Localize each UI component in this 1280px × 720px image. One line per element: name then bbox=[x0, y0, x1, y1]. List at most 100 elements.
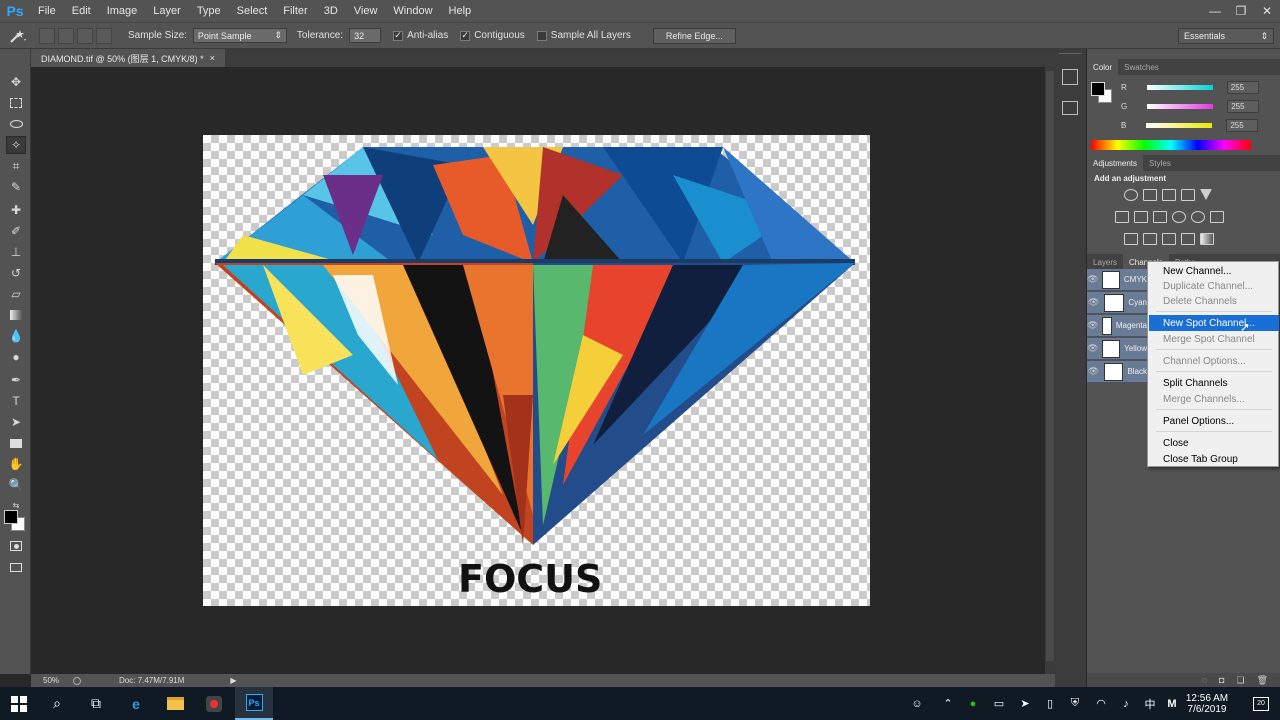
tab-swatches[interactable]: Swatches bbox=[1118, 59, 1165, 75]
healing-brush-tool-icon[interactable]: ✚ bbox=[6, 201, 26, 219]
ime-indicator[interactable]: 中 bbox=[1138, 687, 1162, 720]
visibility-eye-icon[interactable]: 👁 bbox=[1087, 320, 1098, 331]
path-selection-tool-icon[interactable]: ➤ bbox=[6, 413, 26, 431]
menu-item-delete-channels[interactable]: Delete Channels bbox=[1149, 293, 1279, 309]
visibility-eye-icon[interactable]: 👁 bbox=[1087, 343, 1098, 354]
wifi-icon[interactable]: ◠ bbox=[1089, 687, 1113, 720]
tray-app-icon[interactable]: ▭ bbox=[987, 687, 1011, 720]
status-info-icon[interactable] bbox=[73, 676, 82, 685]
marquee-tool-icon[interactable] bbox=[6, 94, 26, 112]
brush-tool-icon[interactable]: ✐ bbox=[6, 222, 26, 240]
delete-channel-icon[interactable]: 🗑 bbox=[1257, 675, 1268, 686]
subtract-from-selection-icon[interactable] bbox=[77, 27, 93, 44]
sample-size-select[interactable]: Point Sample ⇕ bbox=[192, 28, 287, 43]
menu-select[interactable]: Select bbox=[229, 0, 276, 22]
hand-tool-icon[interactable]: ✋ bbox=[6, 455, 26, 473]
close-button[interactable]: ✕ bbox=[1254, 0, 1280, 22]
blur-tool-icon[interactable]: 💧 bbox=[6, 327, 26, 345]
show-hidden-icons-icon[interactable]: ⌃ bbox=[936, 687, 960, 720]
red-value-input[interactable]: 255 bbox=[1226, 80, 1259, 94]
eraser-tool-icon[interactable]: ▱ bbox=[6, 285, 26, 303]
menu-3d[interactable]: 3D bbox=[316, 0, 346, 22]
new-selection-icon[interactable] bbox=[39, 27, 55, 44]
contiguous-checkbox[interactable]: ✓ Contiguous bbox=[460, 30, 525, 41]
color-lookup-icon[interactable] bbox=[1210, 211, 1224, 223]
menu-item-split-channels[interactable]: Split Channels bbox=[1149, 375, 1279, 391]
screen-mode-icon[interactable] bbox=[6, 558, 26, 576]
anti-alias-checkbox[interactable]: ✓ Anti-alias bbox=[393, 30, 448, 41]
red-slider[interactable] bbox=[1146, 84, 1213, 90]
menu-view[interactable]: View bbox=[346, 0, 386, 22]
menu-file[interactable]: File bbox=[30, 0, 64, 22]
close-tab-icon[interactable]: × bbox=[210, 53, 215, 63]
channel-mixer-icon[interactable] bbox=[1191, 211, 1205, 223]
foreground-color-swatch[interactable] bbox=[4, 510, 18, 524]
eyedropper-tool-icon[interactable]: ✎ bbox=[6, 178, 26, 196]
document-tab[interactable]: DIAMOND.tif @ 50% (图层 1, CMYK/8) * × bbox=[31, 49, 225, 67]
intersect-selection-icon[interactable] bbox=[96, 27, 112, 44]
action-center-icon[interactable]: 20 bbox=[1246, 687, 1276, 720]
tab-adjustments[interactable]: Adjustments bbox=[1087, 155, 1144, 171]
magic-wand-preset-icon[interactable] bbox=[0, 22, 36, 49]
windows-start-icon[interactable] bbox=[0, 687, 38, 720]
zoom-tool-icon[interactable]: 🔍 bbox=[6, 476, 26, 494]
file-explorer-icon[interactable] bbox=[156, 687, 194, 720]
refine-edge-button[interactable]: Refine Edge... bbox=[652, 27, 736, 44]
visibility-eye-icon[interactable]: 👁 bbox=[1087, 366, 1100, 377]
clone-stamp-tool-icon[interactable]: ⊥ bbox=[6, 243, 26, 261]
menu-item-duplicate-channel[interactable]: Duplicate Channel... bbox=[1149, 278, 1279, 294]
people-icon[interactable]: ☺ bbox=[905, 687, 929, 720]
levels-icon[interactable] bbox=[1143, 189, 1157, 201]
zoom-level[interactable]: 50% bbox=[43, 676, 59, 685]
workspace-select[interactable]: Essentials ⇕ bbox=[1178, 28, 1274, 44]
color-balance-icon[interactable] bbox=[1134, 211, 1148, 223]
tab-styles[interactable]: Styles bbox=[1143, 155, 1177, 171]
type-tool-icon[interactable]: T bbox=[6, 392, 26, 410]
system-clock[interactable]: 12:56 AM 7/6/2019 bbox=[1180, 689, 1234, 718]
history-panel-icon[interactable] bbox=[1062, 69, 1078, 85]
history-brush-tool-icon[interactable]: ↺ bbox=[6, 264, 26, 282]
selective-color-icon[interactable] bbox=[1181, 233, 1195, 245]
quick-mask-icon[interactable] bbox=[6, 537, 26, 555]
rectangle-tool-icon[interactable] bbox=[6, 434, 26, 452]
save-selection-icon[interactable]: ◘ bbox=[1219, 675, 1224, 685]
defender-icon[interactable]: ⛨ bbox=[1063, 687, 1087, 720]
hue-saturation-icon[interactable] bbox=[1115, 211, 1129, 223]
properties-panel-icon[interactable] bbox=[1062, 101, 1078, 115]
menu-item-close[interactable]: Close bbox=[1149, 435, 1279, 451]
battery-icon[interactable]: ▯ bbox=[1038, 687, 1062, 720]
menu-filter[interactable]: Filter bbox=[275, 0, 315, 22]
gradient-map-icon[interactable] bbox=[1200, 233, 1214, 245]
green-value-input[interactable]: 255 bbox=[1227, 99, 1260, 113]
minimize-button[interactable]: — bbox=[1202, 0, 1228, 22]
channel-row[interactable]: 👁 Cyan bbox=[1087, 292, 1147, 314]
add-to-selection-icon[interactable] bbox=[58, 27, 74, 44]
sample-all-layers-checkbox[interactable]: Sample All Layers bbox=[536, 30, 631, 41]
menu-image[interactable]: Image bbox=[99, 0, 146, 22]
black-white-icon[interactable] bbox=[1153, 211, 1167, 223]
menu-item-close-tab-group[interactable]: Close Tab Group bbox=[1149, 451, 1279, 467]
visibility-eye-icon[interactable]: 👁 bbox=[1087, 297, 1100, 308]
recorder-app-icon[interactable] bbox=[195, 687, 233, 720]
vertical-scrollbar[interactable] bbox=[1045, 67, 1055, 674]
gradient-tool-icon[interactable] bbox=[6, 306, 26, 324]
vibrance-icon[interactable] bbox=[1200, 189, 1212, 200]
task-view-icon[interactable]: ⧉ bbox=[77, 687, 115, 720]
load-selection-icon[interactable]: ◌ bbox=[1202, 675, 1207, 685]
volume-icon[interactable]: ♪ bbox=[1114, 687, 1138, 720]
new-channel-icon[interactable]: ❏ bbox=[1236, 675, 1244, 686]
menu-edit[interactable]: Edit bbox=[64, 0, 99, 22]
menu-layer[interactable]: Layer bbox=[145, 0, 189, 22]
invert-icon[interactable] bbox=[1124, 233, 1138, 245]
foreground-color-chip[interactable] bbox=[1091, 82, 1105, 96]
tab-layers[interactable]: Layers bbox=[1087, 254, 1123, 270]
channel-row[interactable]: 👁 Magenta bbox=[1087, 315, 1147, 337]
menu-type[interactable]: Type bbox=[189, 0, 229, 22]
tab-color[interactable]: Color bbox=[1087, 59, 1119, 75]
blue-slider[interactable] bbox=[1146, 122, 1213, 128]
lasso-tool-icon[interactable] bbox=[6, 115, 26, 133]
color-spectrum-bar[interactable] bbox=[1091, 140, 1251, 150]
wechat-icon[interactable]: ● bbox=[961, 687, 985, 720]
blue-value-input[interactable]: 255 bbox=[1226, 118, 1259, 132]
posterize-icon[interactable] bbox=[1143, 233, 1157, 245]
